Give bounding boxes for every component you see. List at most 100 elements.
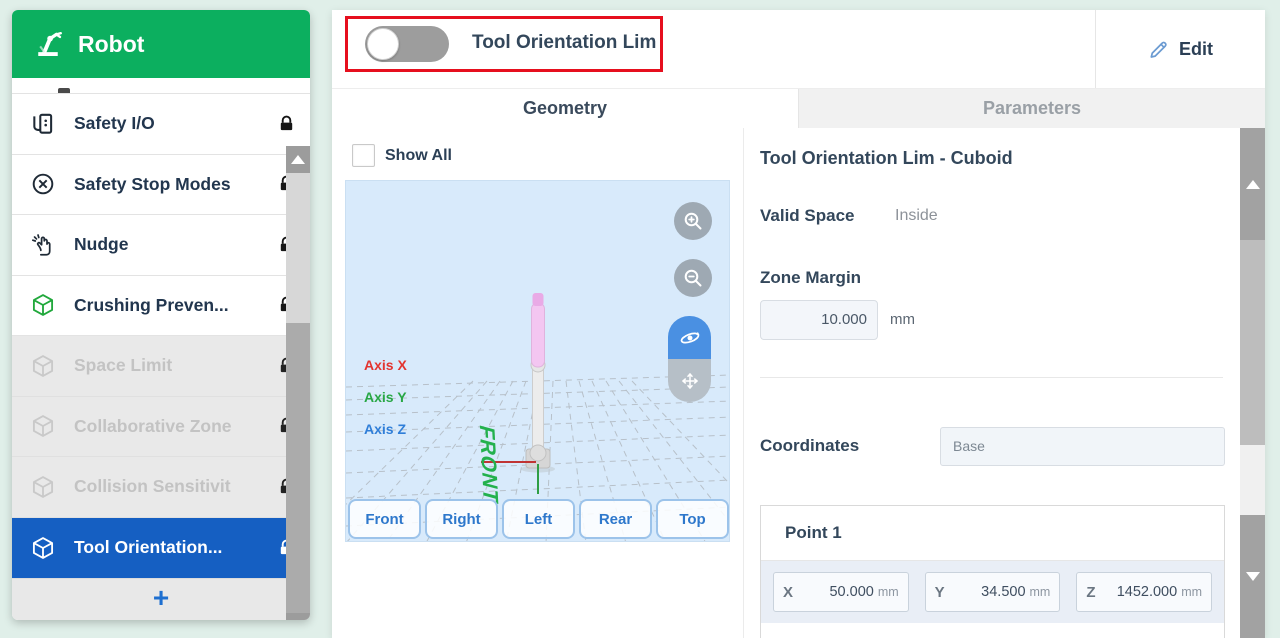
hand-push-icon <box>30 231 60 259</box>
toggle-knob <box>367 28 399 60</box>
robot-sidebar: Robot Safety I/O <box>12 10 310 620</box>
y-value: 34.500 <box>981 584 1025 600</box>
sidebar-item-label: Safety Stop Modes <box>74 174 231 195</box>
axis-x-label: Axis X <box>364 357 407 373</box>
edit-button[interactable]: Edit <box>1095 10 1265 88</box>
tab-parameters[interactable]: Parameters <box>798 89 1265 128</box>
robot-arm-icon <box>30 26 66 62</box>
orbit-icon <box>677 325 703 351</box>
sidebar-item-partial[interactable] <box>12 78 310 94</box>
valid-space-row: Valid Space Inside <box>760 206 855 226</box>
magnifier-plus-icon <box>681 209 705 233</box>
zone-margin-unit: mm <box>890 311 915 328</box>
zone-title: Tool Orientation Lim - Cuboid <box>760 148 1013 169</box>
panel-header: Tool Orientation Lim Edit <box>332 10 1265 88</box>
sidebar-item-collision-sensitivity[interactable]: Collision Sensitivit <box>12 457 310 518</box>
sidebar-nav-list: Safety I/O Safety Stop Modes <box>12 78 310 578</box>
tool-orientation-toggle[interactable] <box>365 26 449 62</box>
triangle-up-icon <box>1246 180 1260 189</box>
sidebar-item-crushing-prevention[interactable]: Crushing Preven... <box>12 276 310 337</box>
show-all-checkbox[interactable] <box>352 144 375 167</box>
3d-viewport[interactable]: Axis X Axis Y Axis Z FRONT <box>345 180 730 542</box>
scrollbar-thumb[interactable] <box>286 323 310 613</box>
sidebar-item-safety-stop-modes[interactable]: Safety Stop Modes <box>12 155 310 216</box>
sidebar-item-space-limit[interactable]: Space Limit <box>12 336 310 397</box>
scroll-down-button[interactable] <box>286 613 310 620</box>
valid-space-label: Valid Space <box>760 206 855 225</box>
y-unit: mm <box>1030 585 1051 599</box>
valid-space-value: Inside <box>895 207 938 225</box>
magnifier-minus-icon <box>681 266 705 290</box>
zone-details: Tool Orientation Lim - Cuboid Valid Spac… <box>760 128 1225 638</box>
front-floor-label: FRONT <box>474 422 502 506</box>
scroll-down-button[interactable] <box>1240 515 1265 638</box>
view-rear-button[interactable]: Rear <box>579 499 652 539</box>
point1-x-field[interactable]: X 50.000 mm <box>773 572 909 612</box>
z-unit: mm <box>1181 585 1202 599</box>
triangle-up-icon <box>291 155 305 164</box>
sidebar-item-label: Collaborative Zone <box>74 416 232 437</box>
x-axis-label: X <box>783 584 793 601</box>
sidebar-item-nudge[interactable]: Nudge <box>12 215 310 276</box>
pan-arrows-icon <box>678 369 702 393</box>
sidebar-item-collaborative-zone[interactable]: Collaborative Zone <box>12 397 310 458</box>
stop-circle-x-icon <box>30 170 60 198</box>
io-device-icon <box>30 110 60 138</box>
cube-icon <box>30 534 60 562</box>
pan-button[interactable] <box>668 359 711 402</box>
column-divider <box>743 128 744 638</box>
view-left-button[interactable]: Left <box>502 499 575 539</box>
scrollbar-track[interactable] <box>1240 445 1265 515</box>
orbit-pan-control <box>668 316 711 402</box>
geometry-content: Show All <box>332 128 1265 638</box>
point1-card: Point 1 X 50.000 mm Y 34.500 mm Z <box>760 505 1225 638</box>
scroll-up-button[interactable] <box>286 146 310 173</box>
tab-geometry[interactable]: Geometry <box>332 89 798 128</box>
view-front-button[interactable]: Front <box>348 499 421 539</box>
zoom-out-button[interactable] <box>674 259 712 297</box>
cube-icon <box>30 473 60 501</box>
point1-y-field[interactable]: Y 34.500 mm <box>925 572 1061 612</box>
x-value: 50.000 <box>829 584 873 600</box>
point1-title: Point 1 <box>785 523 842 543</box>
zoom-in-button[interactable] <box>674 202 712 240</box>
details-scrollbar[interactable] <box>1240 128 1265 638</box>
zone-margin-input[interactable]: 10.000 <box>760 300 878 340</box>
sidebar-title: Robot <box>78 31 144 58</box>
coordinates-label: Coordinates <box>760 436 859 456</box>
sidebar-item-label: Crushing Preven... <box>74 295 229 316</box>
tab-bar: Geometry Parameters <box>332 88 1265 128</box>
x-unit: mm <box>878 585 899 599</box>
section-divider <box>760 377 1223 378</box>
main-panel: Tool Orientation Lim Edit Geometry Param… <box>332 10 1265 638</box>
show-all-label: Show All <box>385 147 452 165</box>
sidebar-item-label: Space Limit <box>74 355 172 376</box>
view-buttons: Front Right Left Rear Top <box>348 499 729 539</box>
view-top-button[interactable]: Top <box>656 499 729 539</box>
point1-header: Point 1 <box>761 506 1224 561</box>
cube-icon <box>30 291 60 319</box>
axis-z-label: Axis Z <box>364 421 406 437</box>
sidebar-item-label: Safety I/O <box>74 113 155 134</box>
zone-margin-label: Zone Margin <box>760 268 861 288</box>
cube-icon <box>30 412 60 440</box>
coordinates-select[interactable]: Base <box>940 427 1225 466</box>
sidebar-header: Robot <box>12 10 310 78</box>
view-right-button[interactable]: Right <box>425 499 498 539</box>
orbit-button[interactable] <box>668 316 711 359</box>
point1-fields-row: X 50.000 mm Y 34.500 mm Z 1452.000 mm <box>761 561 1224 623</box>
sidebar-item-label: Collision Sensitivit <box>74 476 231 497</box>
sidebar-item-safety-io[interactable]: Safety I/O <box>12 94 310 155</box>
sidebar-item-label: Tool Orientation... <box>74 537 222 558</box>
scrollbar-thumb[interactable] <box>1240 240 1265 445</box>
sidebar-item-label: Nudge <box>74 234 128 255</box>
scroll-up-button[interactable] <box>1240 128 1265 240</box>
sidebar-scrollbar[interactable] <box>286 146 310 620</box>
sidebar-item-tool-orientation[interactable]: Tool Orientation... <box>12 518 310 579</box>
edit-label: Edit <box>1179 39 1213 60</box>
y-axis-label: Y <box>935 584 945 601</box>
point1-z-field[interactable]: Z 1452.000 mm <box>1076 572 1212 612</box>
plus-icon: + <box>153 584 169 612</box>
add-zone-button[interactable]: + <box>12 578 310 620</box>
toggle-label: Tool Orientation Lim <box>472 32 656 54</box>
